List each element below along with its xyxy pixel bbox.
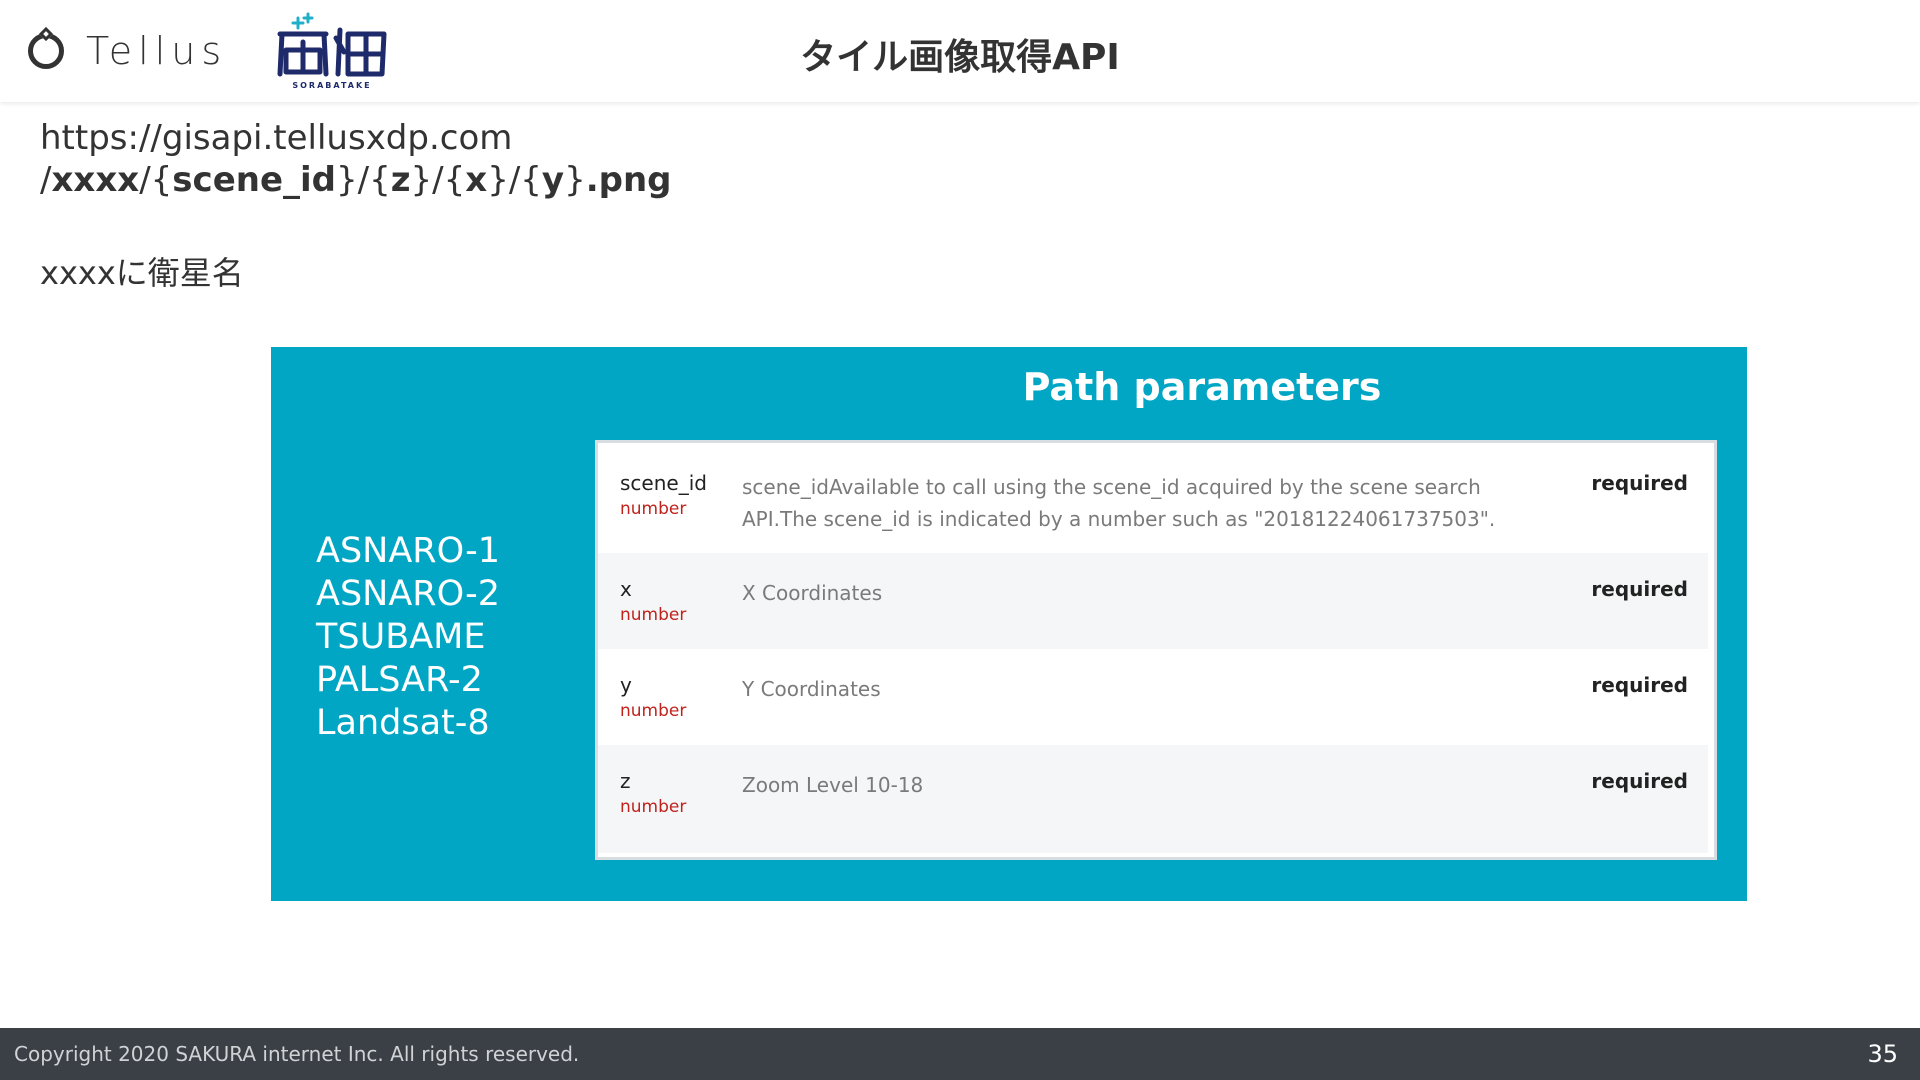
satellite-note: xxxxに衛星名 — [40, 254, 244, 292]
param-row-x: x number X Coordinates required — [598, 553, 1708, 649]
param-name: y — [620, 673, 632, 697]
param-type: number — [620, 701, 687, 721]
param-required: required — [1591, 769, 1688, 793]
endpoint-base-url: https://gisapi.tellusxdp.com — [40, 118, 513, 158]
endpoint-path: /xxxx/{scene_id}/{z}/{x}/{y}.png — [40, 160, 672, 200]
page-title: タイル画像取得API — [800, 37, 1120, 78]
slide-header: Tellus SORABATAKE タイル画像取得API — [0, 0, 1920, 102]
path-parameters-panel: Path parameters ASNARO-1 ASNARO-2 TSUBAM… — [271, 347, 1747, 901]
param-required: required — [1591, 577, 1688, 601]
endpoint-path-segment: } — [564, 160, 586, 200]
satellite-item: TSUBAME — [316, 617, 486, 657]
satellite-item: PALSAR-2 — [316, 660, 483, 700]
parameters-table: scene_id number scene_idAvailable to cal… — [595, 440, 1717, 860]
param-row-z: z number Zoom Level 10-18 required — [598, 745, 1708, 853]
endpoint-path-segment: scene_id — [172, 160, 337, 200]
param-row-y: y number Y Coordinates required — [598, 649, 1708, 745]
param-type: number — [620, 499, 687, 519]
endpoint-path-segment: }/{ — [410, 160, 466, 200]
param-description: scene_idAvailable to call using the scen… — [742, 475, 1496, 531]
copyright-text: Copyright 2020 SAKURA internet Inc. All … — [14, 1042, 580, 1066]
param-required: required — [1591, 471, 1688, 495]
page-number: 35 — [1867, 1040, 1898, 1068]
param-name: x — [620, 577, 632, 601]
param-description: Y Coordinates — [742, 677, 881, 701]
endpoint-path-segment: /{ — [139, 160, 173, 200]
endpoint-path-segment: }/{ — [487, 160, 542, 200]
param-required: required — [1591, 673, 1688, 697]
satellite-item: ASNARO-2 — [316, 574, 501, 614]
satellite-list: ASNARO-1 ASNARO-2 TSUBAME PALSAR-2 Lands… — [316, 530, 500, 745]
param-description: Zoom Level 10-18 — [742, 773, 924, 797]
slide-footer: Copyright 2020 SAKURA internet Inc. All … — [0, 1028, 1920, 1080]
param-description: X Coordinates — [742, 581, 883, 605]
param-name: scene_id — [620, 471, 707, 495]
endpoint-path-segment: xxxx — [51, 160, 140, 200]
param-row-scene-id: scene_id number scene_idAvailable to cal… — [598, 447, 1708, 553]
endpoint-path-segment: .png — [585, 160, 672, 200]
param-type: number — [620, 605, 687, 625]
satellite-item: ASNARO-1 — [316, 531, 501, 571]
endpoint-path-segment: }/{ — [336, 160, 391, 200]
endpoint-path-segment: / — [40, 160, 52, 200]
endpoint-path-segment: z — [390, 160, 411, 200]
endpoint-path-segment: x — [465, 160, 488, 200]
sorabatake-sub-text: SORABATAKE — [292, 81, 371, 90]
panel-title: Path parameters — [1022, 365, 1382, 409]
satellite-item: Landsat-8 — [316, 703, 490, 743]
param-type: number — [620, 797, 687, 817]
param-name: z — [620, 769, 631, 793]
endpoint-path-segment: y — [541, 160, 565, 200]
